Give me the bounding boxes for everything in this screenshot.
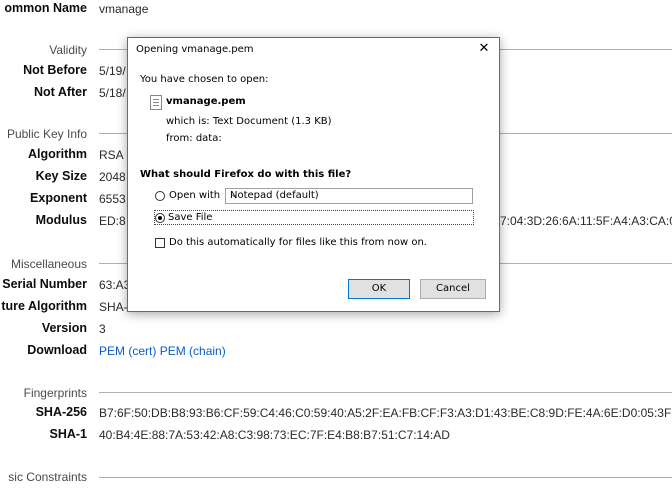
misc-section-title: Miscellaneous bbox=[10, 257, 87, 271]
fingerprints-section-title: Fingerprints bbox=[23, 386, 87, 400]
open-with-select[interactable]: Notepad (default) ⌄ bbox=[225, 188, 473, 204]
pem-cert-link[interactable]: PEM (cert) bbox=[99, 344, 156, 358]
text-file-icon bbox=[150, 95, 162, 110]
save-file-radio[interactable] bbox=[155, 213, 165, 223]
auto-action-checkbox[interactable] bbox=[155, 238, 165, 248]
signature-algorithm-value: SHA- bbox=[99, 300, 128, 314]
serial-number-value: 63:A3 bbox=[99, 278, 131, 292]
sha256-value: B7:6F:50:DB:B8:93:B6:CF:59:C4:46:C0:59:4… bbox=[99, 406, 672, 420]
cancel-button[interactable]: Cancel bbox=[420, 279, 486, 299]
sha256-label: SHA-256 bbox=[35, 405, 87, 419]
save-file-label[interactable]: Save File bbox=[168, 212, 212, 223]
basic-constraints-section-title: sic Constraints bbox=[8, 470, 87, 484]
download-dialog: Opening vmanage.pem ✕ You have chosen to… bbox=[127, 37, 500, 312]
open-with-radio[interactable] bbox=[155, 191, 165, 201]
validity-section-title: Validity bbox=[49, 43, 87, 57]
download-links: PEM (cert) PEM (chain) bbox=[99, 344, 226, 358]
not-after-label: Not After bbox=[33, 85, 87, 99]
download-label: Download bbox=[27, 343, 87, 357]
file-source-info: from: data: bbox=[166, 133, 222, 144]
open-with-label[interactable]: Open with bbox=[169, 190, 220, 201]
not-before-value: 5/19/ bbox=[99, 64, 126, 78]
modulus-value-tail: 7:04:3D:26:6A:11:5F:A4:A3:CA:0 bbox=[500, 214, 672, 228]
action-question: What should Firefox do with this file? bbox=[140, 169, 352, 180]
dialog-intro: You have chosen to open: bbox=[140, 74, 269, 85]
exponent-label: Exponent bbox=[30, 191, 87, 205]
modulus-value: ED:8 bbox=[99, 214, 126, 228]
not-after-value: 5/18/ bbox=[99, 86, 126, 100]
key-size-value: 2048 bbox=[99, 170, 126, 184]
basic-constraints-divider bbox=[99, 477, 672, 478]
ok-button[interactable]: OK bbox=[348, 279, 410, 299]
common-name-label: ommon Name bbox=[4, 1, 87, 15]
public-key-section-title: Public Key Info bbox=[6, 127, 87, 141]
serial-number-label: Serial Number bbox=[2, 277, 87, 291]
sha1-label: SHA-1 bbox=[49, 427, 87, 441]
file-type-info: which is: Text Document (1.3 KB) bbox=[166, 116, 332, 127]
modulus-label: Modulus bbox=[35, 213, 87, 227]
algorithm-value: RSA bbox=[99, 148, 124, 162]
file-name: vmanage.pem bbox=[166, 96, 246, 107]
dialog-title: Opening vmanage.pem bbox=[136, 44, 254, 55]
signature-algorithm-label: ture Algorithm bbox=[1, 299, 87, 313]
sha1-value: 40:B4:4E:88:7A:53:42:A8:C3:98:73:EC:7F:E… bbox=[99, 428, 450, 442]
chevron-down-icon: ⌄ bbox=[230, 189, 239, 200]
version-value: 3 bbox=[99, 322, 106, 336]
algorithm-label: Algorithm bbox=[27, 147, 87, 161]
version-label: Version bbox=[41, 321, 87, 335]
not-before-label: Not Before bbox=[23, 63, 87, 77]
auto-action-label[interactable]: Do this automatically for files like thi… bbox=[169, 237, 427, 248]
close-icon[interactable]: ✕ bbox=[475, 40, 493, 58]
pem-chain-link[interactable]: PEM (chain) bbox=[160, 344, 226, 358]
fingerprints-divider bbox=[99, 392, 672, 393]
key-size-label: Key Size bbox=[35, 169, 87, 183]
exponent-value: 6553 bbox=[99, 192, 126, 206]
common-name-value: vmanage bbox=[99, 2, 149, 16]
